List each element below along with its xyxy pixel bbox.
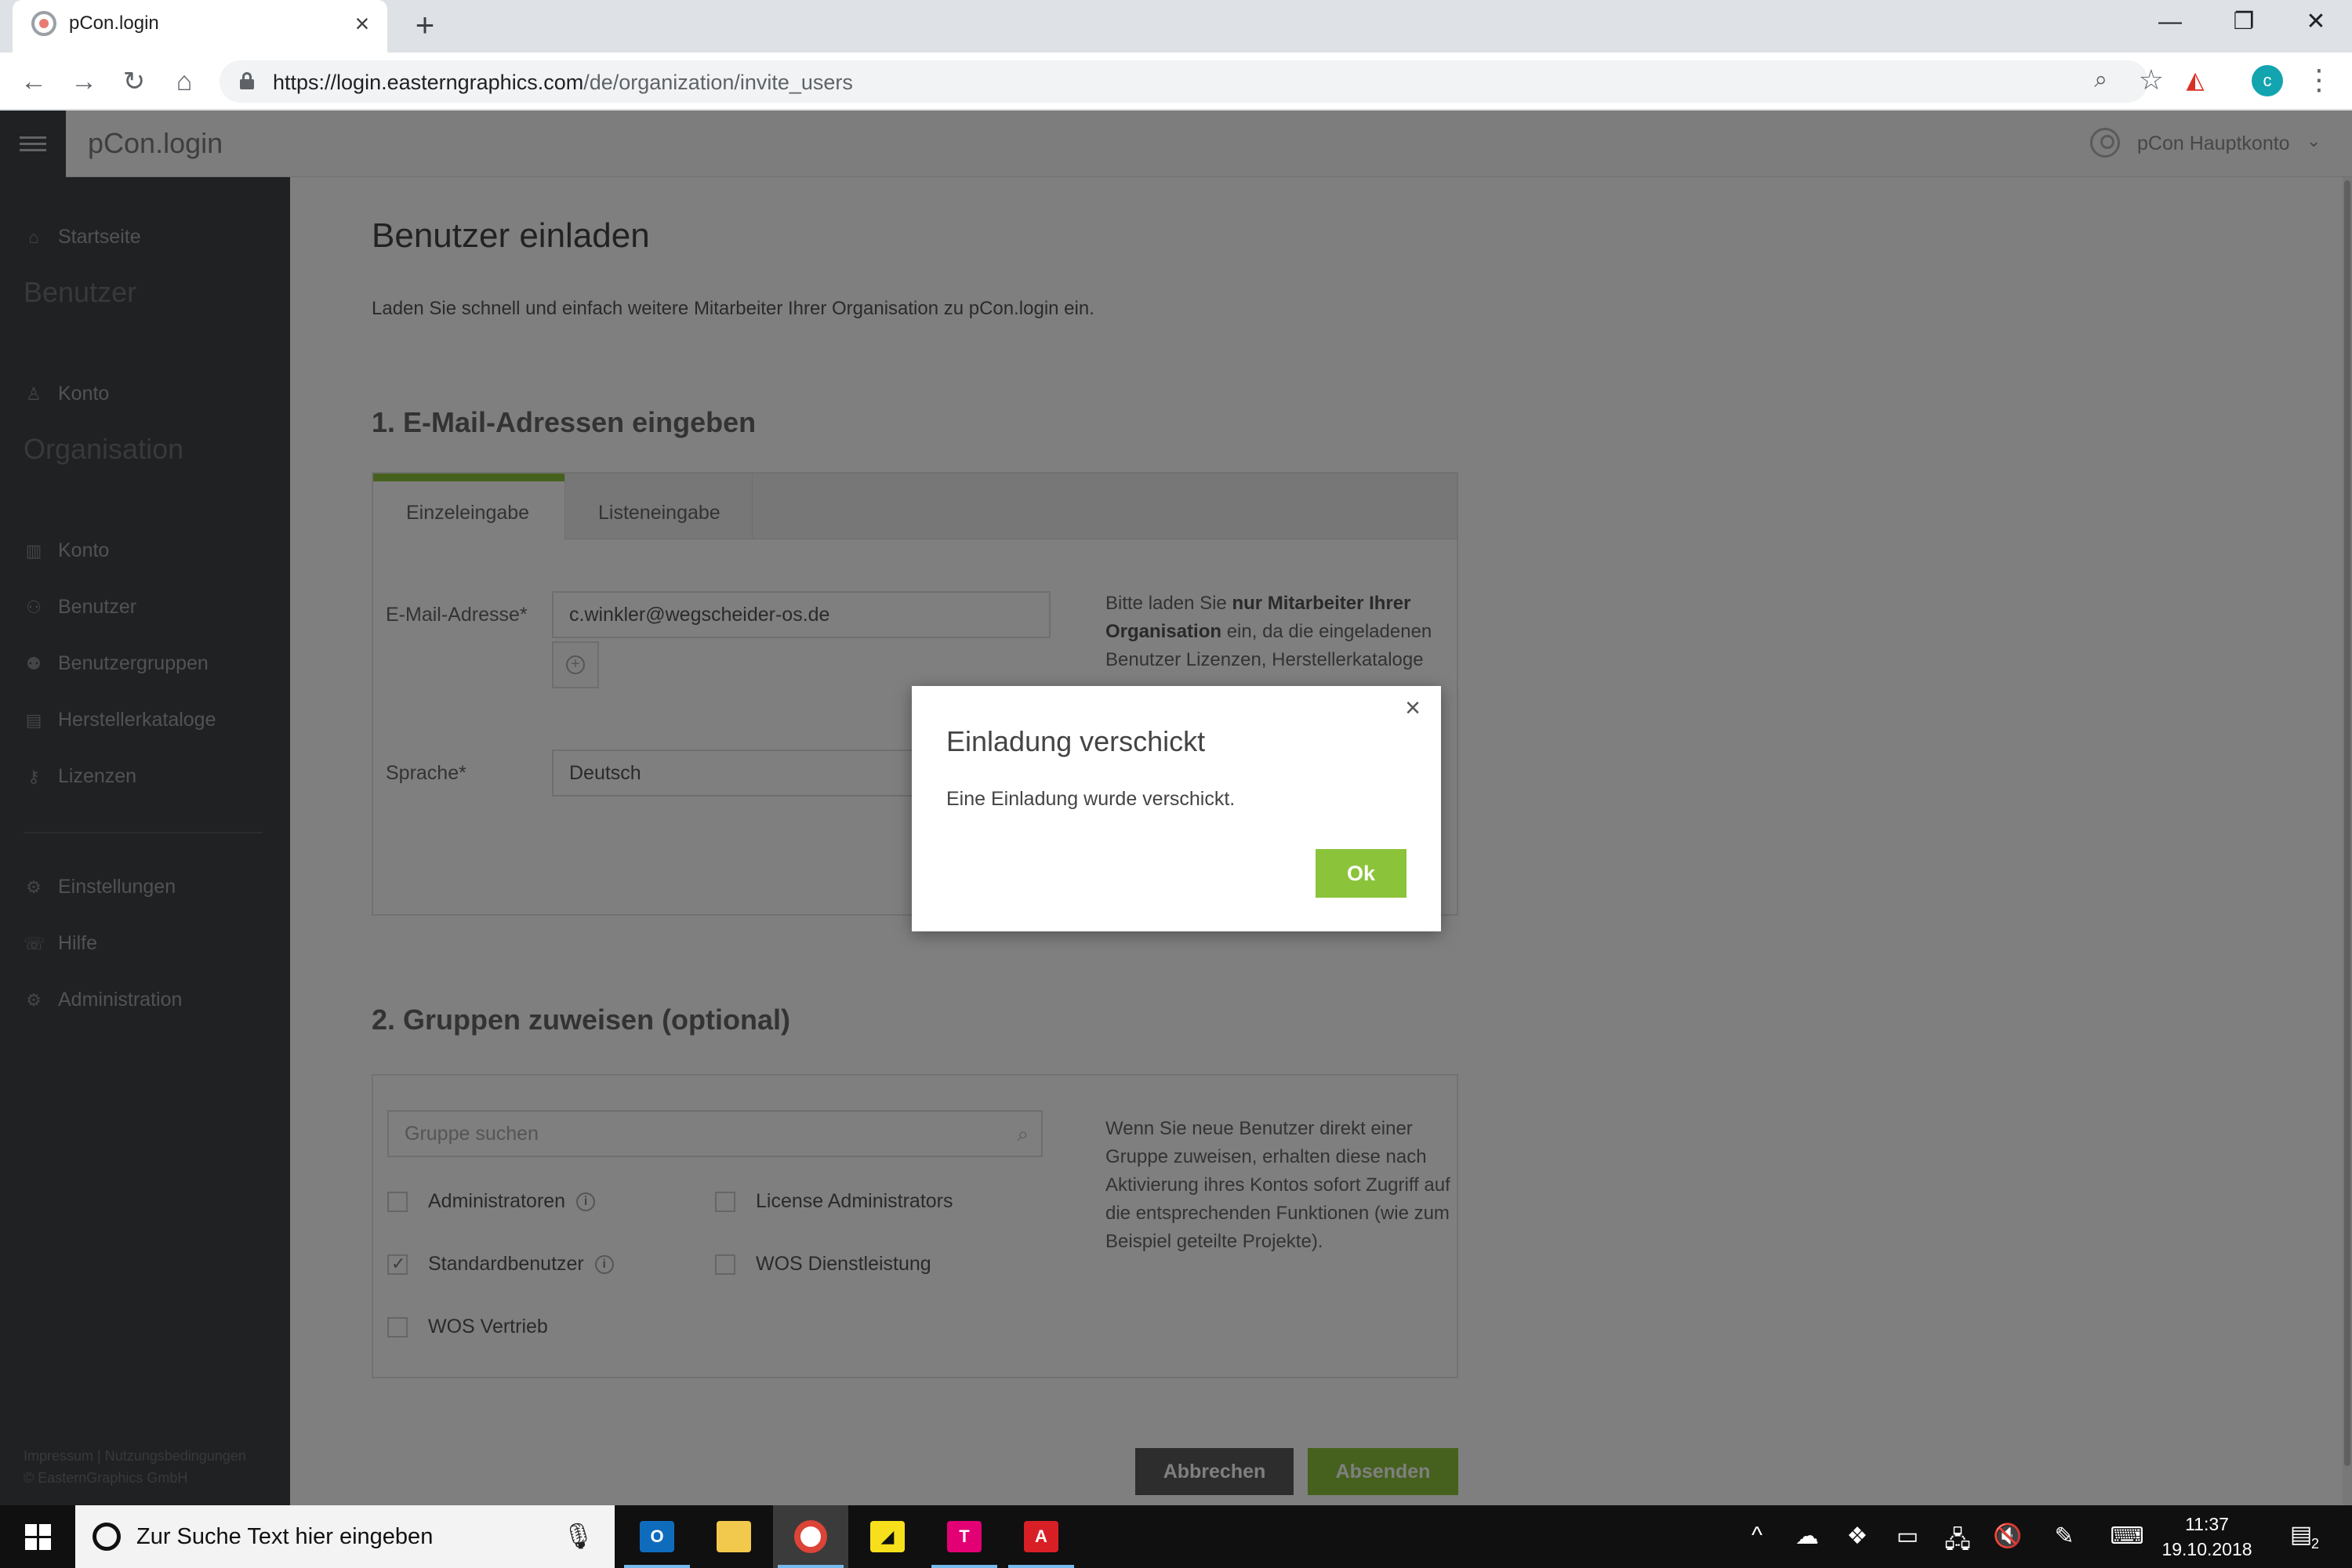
windows-taskbar: Zur Suche Text hier eingeben 🎙 O ◢ T A ^… [0, 1505, 2352, 1568]
browser-menu-icon[interactable]: ⋮ [2305, 64, 2333, 96]
taskbar-telekom[interactable]: T [927, 1505, 1002, 1568]
chrome-icon [794, 1520, 827, 1553]
sticky-notes-icon: ◢ [870, 1521, 905, 1552]
bookmark-star-icon[interactable]: ☆ [2139, 64, 2164, 96]
taskbar-acrobat[interactable]: A [1004, 1505, 1079, 1568]
notifications-icon[interactable]: ▤ 2 [2283, 1521, 2319, 1552]
close-window-button[interactable]: ✕ [2280, 0, 2352, 44]
browser-tab-strip: pCon.login × + — ❐ ✕ [0, 0, 2352, 53]
acrobat-icon: A [1024, 1521, 1058, 1552]
taskbar-chrome[interactable] [773, 1505, 848, 1568]
tray-overflow-chevron-icon[interactable]: ^ [1739, 1523, 1775, 1549]
windows-start-icon[interactable] [0, 1505, 75, 1568]
telekom-icon: T [947, 1521, 982, 1552]
profile-avatar[interactable]: c [2252, 65, 2283, 96]
close-icon[interactable]: × [1399, 694, 1427, 722]
battery-icon[interactable]: ▭ [1889, 1523, 1926, 1550]
invitation-sent-dialog: × Einladung verschickt Eine Einladung wu… [912, 686, 1441, 931]
taskbar-sticky-notes[interactable]: ◢ [850, 1505, 925, 1568]
cortana-icon[interactable] [93, 1523, 121, 1551]
url-text: https://login.easterngraphics.com/de/org… [273, 71, 853, 94]
reload-button[interactable]: ↻ [114, 62, 154, 101]
taskbar-outlook[interactable]: O [619, 1505, 695, 1568]
onedrive-icon[interactable]: ☁ [1789, 1523, 1825, 1550]
keyboard-icon[interactable]: ⌨ [2109, 1523, 2145, 1550]
taskbar-search-text: Zur Suche Text hier eingeben [136, 1524, 434, 1549]
browser-toolbar: ← → ↻ ⌂ https://login.easterngraphics.co… [0, 53, 2352, 111]
pcon-favicon-icon [31, 11, 56, 36]
lock-icon [240, 72, 254, 89]
home-button[interactable]: ⌂ [165, 62, 204, 101]
back-button[interactable]: ← [14, 62, 53, 101]
outlook-icon: O [640, 1521, 674, 1552]
new-tab-button[interactable]: + [408, 8, 442, 42]
network-icon[interactable]: 🖧 [1940, 1523, 1976, 1563]
volume-muted-icon[interactable]: 🔇 [1990, 1523, 2026, 1550]
taskbar-clock[interactable]: 11:37 19.10.2018 [2156, 1512, 2258, 1562]
dialog-message: Eine Einladung wurde verschickt. [946, 788, 1236, 810]
folder-icon [717, 1521, 751, 1552]
restore-button[interactable]: ❐ [2208, 0, 2280, 44]
extension-icon[interactable]: ◭ [2180, 67, 2211, 95]
microphone-icon[interactable]: 🎙 [562, 1521, 594, 1551]
ok-button[interactable]: Ok [1316, 849, 1406, 898]
forward-button[interactable]: → [64, 62, 103, 101]
minimize-button[interactable]: — [2134, 0, 2206, 44]
taskbar-explorer[interactable] [696, 1505, 771, 1568]
dropbox-icon[interactable]: ❖ [1839, 1523, 1875, 1550]
address-bar[interactable]: https://login.easterngraphics.com/de/org… [220, 60, 2164, 103]
tab-title: pCon.login [69, 13, 159, 34]
taskbar-search[interactable]: Zur Suche Text hier eingeben 🎙 [75, 1505, 615, 1568]
pen-icon[interactable]: ✎ [2046, 1523, 2082, 1550]
dialog-title: Einladung verschickt [946, 725, 1206, 757]
zoom-icon[interactable]: ⌕ [2094, 67, 2107, 93]
tab-close-icon[interactable]: × [347, 8, 378, 39]
browser-tab[interactable]: pCon.login × [13, 0, 387, 53]
